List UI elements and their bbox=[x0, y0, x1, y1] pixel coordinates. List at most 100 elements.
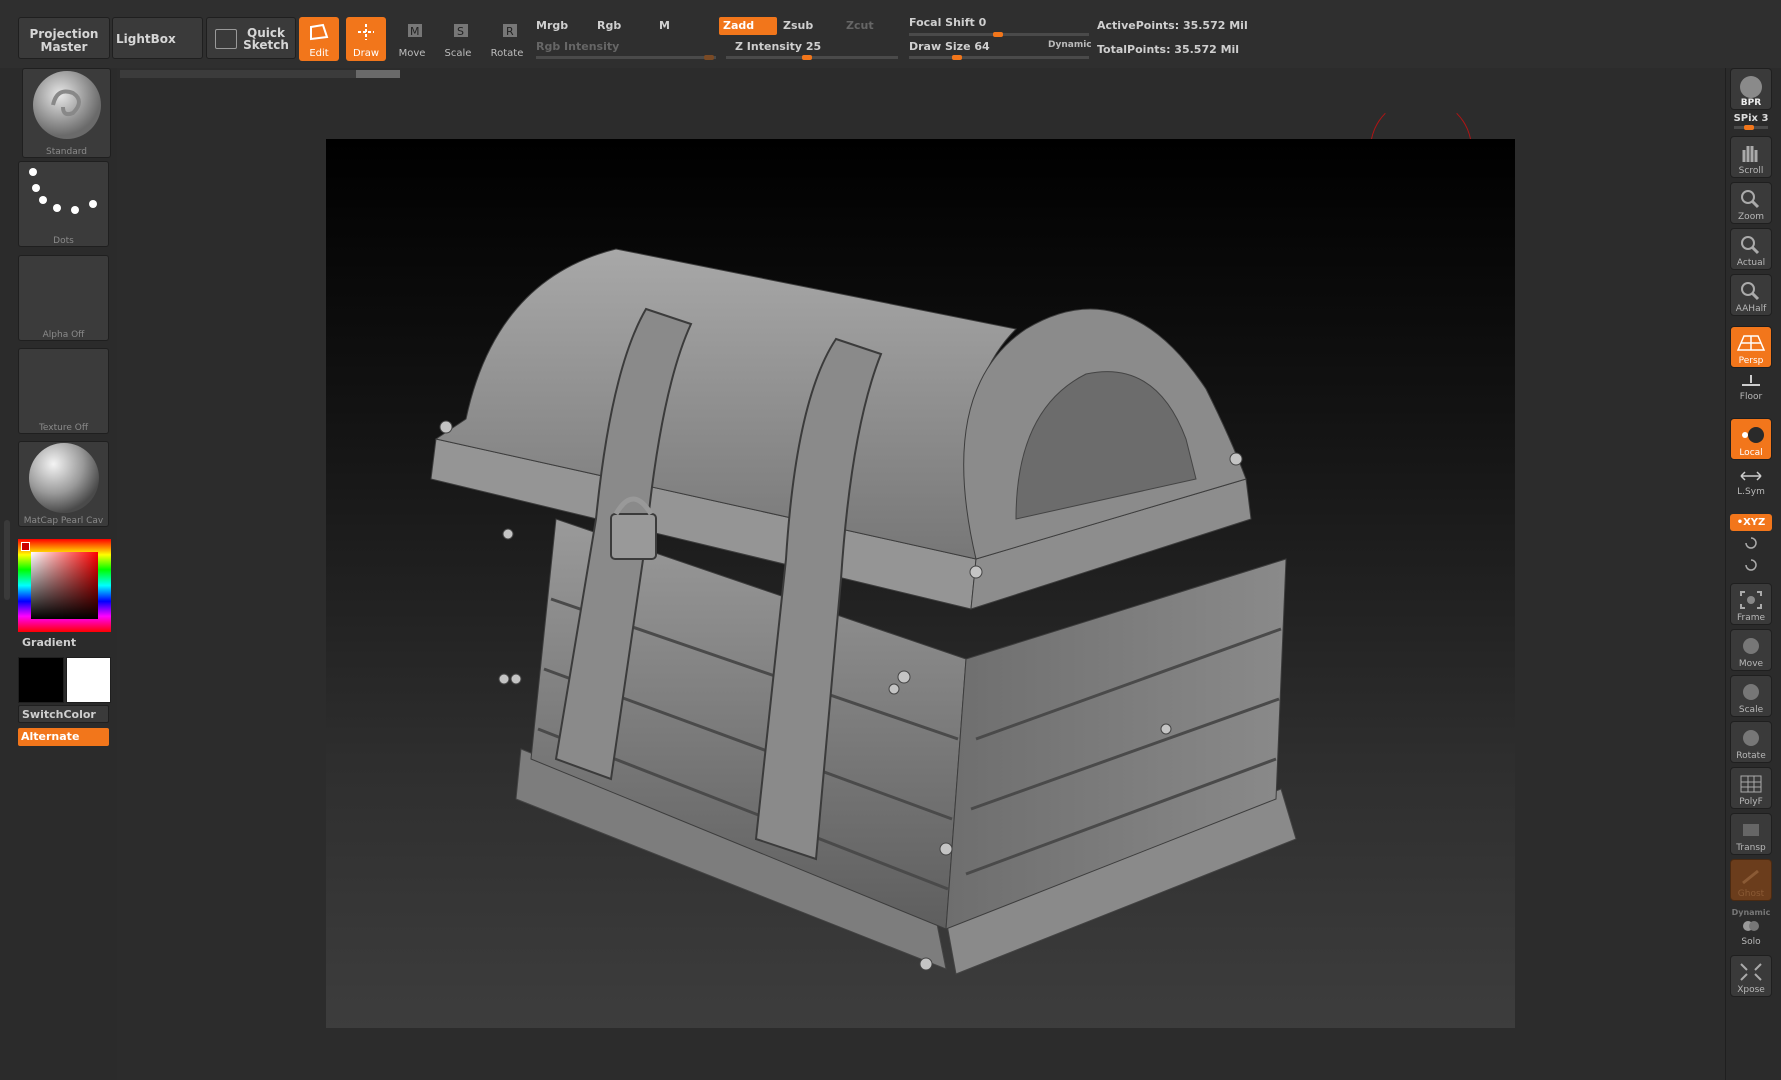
alpha-selector[interactable]: Alpha Off bbox=[18, 255, 109, 341]
material-caption: MatCap Pearl Cav bbox=[23, 516, 104, 526]
rgb-intensity-knob[interactable] bbox=[704, 55, 714, 60]
quick-sketch-button[interactable]: Quick Sketch bbox=[206, 17, 296, 59]
scale-label: Scale bbox=[444, 48, 472, 59]
transp-button[interactable]: Transp bbox=[1730, 813, 1772, 855]
dynamic-solo-label: Dynamic bbox=[1731, 908, 1771, 917]
move-view-label: Move bbox=[1738, 659, 1764, 669]
transparency-icon bbox=[1743, 824, 1759, 836]
local-label: Local bbox=[1739, 448, 1763, 458]
actual-button[interactable]: Actual bbox=[1730, 228, 1772, 270]
left-tray-handle[interactable] bbox=[4, 520, 10, 600]
xpose-button[interactable]: Xpose bbox=[1730, 955, 1772, 997]
bpr-button[interactable]: BPR bbox=[1730, 68, 1772, 110]
polyf-button[interactable]: PolyF bbox=[1730, 767, 1772, 809]
draw-size-slider[interactable] bbox=[909, 55, 1089, 60]
rotate-view-icon bbox=[1743, 730, 1759, 746]
canvas-scrollbar[interactable] bbox=[120, 70, 400, 78]
edit-label: Edit bbox=[309, 48, 329, 59]
aahalf-label: AAHalf bbox=[1735, 304, 1767, 314]
frame-icon bbox=[1740, 591, 1762, 609]
solo-label: Solo bbox=[1741, 937, 1761, 947]
material-selector[interactable]: MatCap Pearl Cav bbox=[18, 441, 109, 527]
rotate-z-icon[interactable] bbox=[1743, 558, 1759, 572]
polyframe-grid-icon bbox=[1740, 775, 1762, 793]
canvas-scrollbar-thumb[interactable] bbox=[356, 70, 400, 78]
ghost-button[interactable]: Ghost bbox=[1730, 859, 1772, 901]
local-pivot-icon bbox=[1742, 427, 1764, 443]
scroll-button[interactable]: Scroll bbox=[1730, 136, 1772, 178]
secondary-color-swatch[interactable] bbox=[66, 657, 111, 703]
stroke-selector[interactable]: Dots bbox=[18, 161, 109, 247]
brush-selector[interactable]: Standard bbox=[22, 68, 111, 158]
zoom-button[interactable]: Zoom bbox=[1730, 182, 1772, 224]
zadd-button[interactable]: Zadd bbox=[719, 17, 777, 35]
texture-caption: Texture Off bbox=[38, 423, 89, 433]
dynamic-toggle[interactable]: Dynamic bbox=[1048, 40, 1092, 50]
alternate-button[interactable]: Alternate bbox=[18, 728, 109, 746]
stroke-caption: Dots bbox=[53, 236, 74, 246]
total-points-readout: TotalPoints: 35.572 Mil bbox=[1097, 43, 1240, 56]
focal-shift-slider[interactable] bbox=[909, 32, 1089, 37]
local-button[interactable]: Local bbox=[1730, 418, 1772, 460]
mrgb-button[interactable]: Mrgb bbox=[536, 19, 568, 32]
draw-size-knob[interactable] bbox=[952, 55, 962, 60]
magnifier-icon bbox=[1741, 190, 1760, 209]
projection-master-button[interactable]: Projection Master bbox=[18, 17, 110, 59]
xyz-button[interactable]: •XYZ bbox=[1730, 514, 1772, 531]
floor-button[interactable]: Floor bbox=[1730, 373, 1772, 413]
m-button[interactable]: M bbox=[659, 19, 670, 32]
solo-button[interactable]: Solo bbox=[1730, 918, 1772, 950]
persp-button[interactable]: Persp bbox=[1730, 326, 1772, 368]
rgb-button[interactable]: Rgb bbox=[597, 19, 621, 32]
aahalf-button[interactable]: AAHalf bbox=[1730, 274, 1772, 316]
move-mode-button[interactable]: M Move bbox=[392, 17, 432, 61]
active-points-readout: ActivePoints: 35.572 Mil bbox=[1097, 19, 1248, 32]
brush-caption: Standard bbox=[46, 147, 87, 157]
z-intensity-knob[interactable] bbox=[802, 55, 812, 60]
z-intensity-label: Z Intensity 25 bbox=[735, 40, 822, 53]
focal-shift-knob[interactable] bbox=[993, 32, 1003, 37]
floor-label: Floor bbox=[1739, 392, 1763, 402]
draw-mode-button[interactable]: Draw bbox=[346, 17, 386, 61]
frame-label: Frame bbox=[1736, 613, 1766, 623]
document-canvas[interactable] bbox=[326, 139, 1515, 1028]
symmetry-arrows-icon bbox=[1740, 471, 1762, 481]
rotate-view-button[interactable]: Rotate bbox=[1730, 721, 1772, 763]
texture-selector[interactable]: Texture Off bbox=[18, 348, 109, 434]
lightbox-label: LightBox bbox=[116, 32, 176, 46]
spix-knob[interactable] bbox=[1744, 125, 1754, 130]
gradient-label[interactable]: Gradient bbox=[22, 636, 76, 649]
svg-text:S: S bbox=[457, 25, 464, 38]
rgb-intensity-slider[interactable] bbox=[536, 55, 716, 60]
spix-label[interactable]: SPix 3 bbox=[1726, 113, 1776, 124]
main-color-swatch[interactable] bbox=[18, 657, 64, 703]
actual-label: Actual bbox=[1736, 258, 1766, 268]
z-intensity-slider[interactable] bbox=[726, 55, 898, 60]
lightbox-button[interactable]: LightBox bbox=[112, 17, 203, 59]
edit-mode-button[interactable]: Edit bbox=[299, 17, 339, 61]
rotate-y-icon[interactable] bbox=[1743, 536, 1759, 550]
treasure-chest-model bbox=[430, 248, 1297, 975]
persp-label: Persp bbox=[1738, 356, 1764, 366]
lsym-button[interactable]: L.Sym bbox=[1730, 468, 1772, 508]
zsub-button[interactable]: Zsub bbox=[783, 19, 813, 32]
move-view-button[interactable]: Move bbox=[1730, 629, 1772, 671]
spix-slider[interactable] bbox=[1734, 125, 1768, 130]
svg-text:R: R bbox=[506, 25, 514, 38]
rotate-view-label: Rotate bbox=[1736, 751, 1766, 761]
xpose-arrows-icon bbox=[1740, 963, 1762, 981]
draw-size-label: Draw Size 64 bbox=[909, 40, 990, 53]
scale-mode-button[interactable]: S Scale bbox=[438, 17, 478, 61]
frame-button[interactable]: Frame bbox=[1730, 583, 1772, 625]
scale-view-label: Scale bbox=[1738, 705, 1764, 715]
color-picker[interactable] bbox=[18, 539, 111, 632]
zcut-button[interactable]: Zcut bbox=[846, 19, 874, 32]
color-saturation-square[interactable] bbox=[31, 552, 98, 619]
floor-icon bbox=[1742, 375, 1760, 386]
alpha-caption: Alpha Off bbox=[42, 330, 85, 340]
rotate-mode-button[interactable]: R Rotate bbox=[487, 17, 527, 61]
color-hue-marker[interactable] bbox=[21, 542, 30, 551]
ghost-icon bbox=[1742, 869, 1759, 885]
switchcolor-button[interactable]: SwitchColor bbox=[18, 705, 109, 723]
scale-view-button[interactable]: Scale bbox=[1730, 675, 1772, 717]
